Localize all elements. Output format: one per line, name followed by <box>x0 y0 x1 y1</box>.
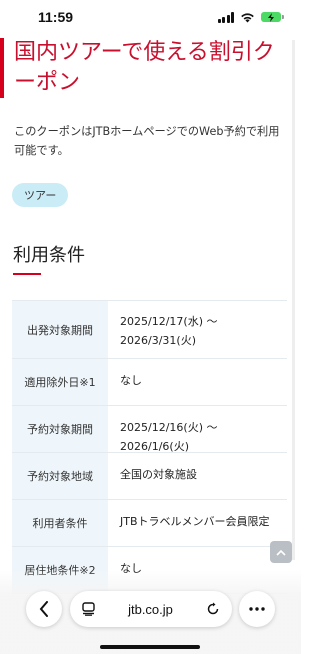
table-row: 利用者条件 JTBトラベルメンバー会員限定 <box>12 500 287 547</box>
more-icon <box>249 607 265 611</box>
status-bar: 11:59 <box>0 0 301 34</box>
row-label: 出発対象期間 <box>12 301 108 358</box>
scroll-track <box>292 40 295 560</box>
battery-charging-icon <box>261 12 284 22</box>
address-bar[interactable]: jtb.co.jp <box>70 591 232 627</box>
row-label: 利用者条件 <box>12 500 108 546</box>
table-row: 適用除外日※1 なし <box>12 359 287 406</box>
row-label: 適用除外日※1 <box>12 359 108 405</box>
section-underline <box>13 273 41 275</box>
signal-icon <box>217 11 234 23</box>
scroll-top-button[interactable] <box>270 541 292 563</box>
conditions-table: 出発対象期間 2025/12/17(水) 〜 2026/3/31(火) 適用除外… <box>12 300 287 594</box>
page-title: 国内ツアーで使える割引クーポン <box>0 38 285 98</box>
status-time: 11:59 <box>38 9 74 25</box>
category-tag: ツアー <box>12 183 69 207</box>
home-indicator <box>100 645 200 649</box>
page-icon <box>82 602 95 616</box>
row-value: JTBトラベルメンバー会員限定 <box>120 515 270 528</box>
table-row: 予約対象期間 2025/12/16(火) 〜 2026/1/6(火) <box>12 406 287 453</box>
table-row: 出発対象期間 2025/12/17(水) 〜 2026/3/31(火) <box>12 301 287 359</box>
chevron-left-icon <box>39 601 48 617</box>
section-title: 利用条件 <box>13 245 85 266</box>
coupon-description: このクーポンはJTBホームページでのWeb予約で利用可能です。 <box>14 125 280 157</box>
row-label: 予約対象地域 <box>12 453 108 499</box>
row-value: 2025/12/16(火) 〜 2026/1/6(火) <box>120 421 218 453</box>
row-value: 全国の対象施設 <box>120 468 197 481</box>
back-button[interactable] <box>26 591 62 627</box>
url-text: jtb.co.jp <box>128 601 173 617</box>
table-row: 予約対象地域 全国の対象施設 <box>12 453 287 500</box>
row-label: 予約対象期間 <box>12 406 108 452</box>
reload-icon[interactable] <box>206 602 220 616</box>
status-icons <box>217 11 284 23</box>
row-value: 2025/12/17(水) 〜 2026/3/31(火) <box>120 315 218 347</box>
more-button[interactable] <box>239 591 275 627</box>
wifi-icon <box>241 12 254 22</box>
chevron-up-icon <box>276 549 286 556</box>
row-value: なし <box>120 374 142 387</box>
